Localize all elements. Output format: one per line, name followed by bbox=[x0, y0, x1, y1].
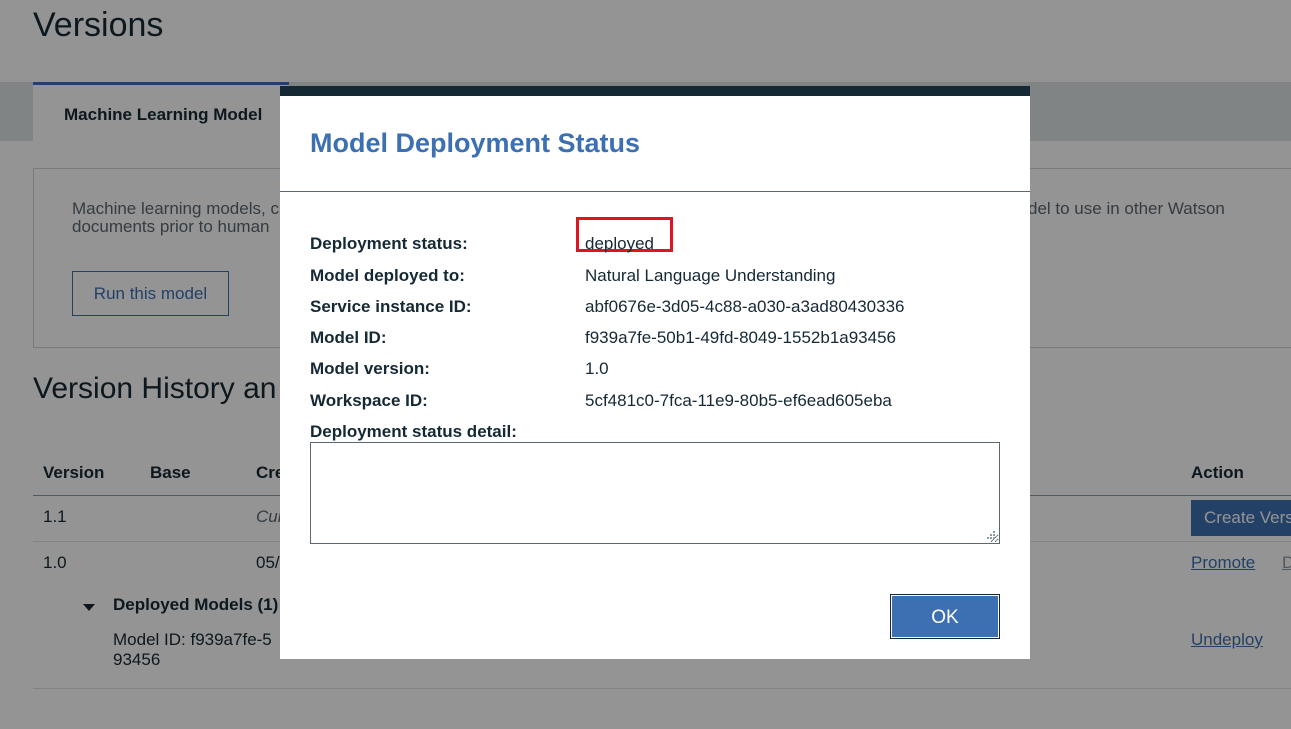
deployment-status-detail-textarea[interactable] bbox=[310, 442, 1000, 544]
field-value-model-deployed-to: Natural Language Understanding bbox=[585, 266, 836, 285]
field-label-model-version: Model version: bbox=[310, 359, 430, 378]
field-value-service-instance-id: abf0676e-3d05-4c88-a030-a3ad80430336 bbox=[585, 297, 905, 316]
field-label-model-id: Model ID: bbox=[310, 328, 387, 347]
field-value-model-id: f939a7fe-50b1-49fd-8049-1552b1a93456 bbox=[585, 328, 896, 347]
resize-handle-icon[interactable] bbox=[985, 529, 995, 539]
model-deployment-status-dialog: Model Deployment Status Deployment statu… bbox=[280, 86, 1030, 659]
field-label-workspace-id: Workspace ID: bbox=[310, 391, 428, 410]
field-label-deployment-status: Deployment status: bbox=[310, 234, 468, 253]
dialog-header-divider bbox=[280, 191, 1030, 192]
ok-button[interactable]: OK bbox=[890, 594, 1000, 639]
field-label-service-instance-id: Service instance ID: bbox=[310, 297, 472, 316]
dialog-title: Model Deployment Status bbox=[310, 128, 641, 158]
field-value-model-version: 1.0 bbox=[585, 359, 609, 378]
field-value-workspace-id: 5cf481c0-7fca-11e9-80b5-ef6ead605eba bbox=[585, 391, 892, 410]
field-label-deployment-status-detail: Deployment status detail: bbox=[310, 422, 517, 441]
field-value-deployment-status: deployed bbox=[585, 234, 655, 253]
field-label-model-deployed-to: Model deployed to: bbox=[310, 266, 465, 285]
